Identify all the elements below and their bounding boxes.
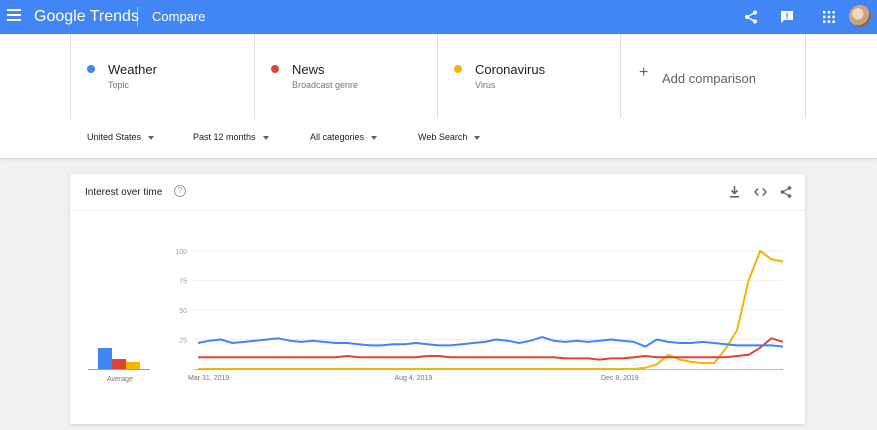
brand-google-text: Google bbox=[34, 8, 86, 25]
average-bar-weather bbox=[98, 348, 112, 369]
term-card-coronavirus[interactable]: Coronavirus Virus bbox=[437, 34, 621, 118]
term-type: Virus bbox=[475, 80, 496, 90]
widget-header: Interest over time ? bbox=[70, 174, 805, 211]
brand-trends-text: Trends bbox=[89, 8, 139, 25]
category-filter-label: All categories bbox=[310, 132, 365, 142]
dropdown-caret-icon bbox=[371, 135, 378, 140]
average-label: Average bbox=[107, 376, 133, 383]
dropdown-caret-icon bbox=[148, 135, 155, 140]
add-comparison-button[interactable]: + Add comparison bbox=[620, 34, 806, 118]
y-tick-label: 25 bbox=[179, 338, 187, 345]
page-title: Compare bbox=[152, 9, 206, 24]
y-tick-label: 75 bbox=[179, 279, 187, 286]
average-bar-news bbox=[112, 359, 126, 369]
search-type-filter[interactable]: Web Search bbox=[418, 132, 481, 142]
x-tick-label: Dec 8, 2019 bbox=[601, 375, 639, 382]
add-comparison-label: Add comparison bbox=[662, 71, 756, 86]
average-bar-coronavirus bbox=[126, 362, 140, 369]
share-icon[interactable] bbox=[740, 6, 762, 28]
interest-chart: Average 25 50 75 100 Mar 31, 2019 Aug 4, 2019 D… bbox=[88, 249, 784, 383]
series-color-dot bbox=[454, 65, 462, 73]
menu-icon[interactable] bbox=[7, 9, 21, 21]
x-tick-label: Aug 4, 2019 bbox=[394, 375, 432, 382]
filters-bar: United States Past 12 months All categor… bbox=[0, 118, 877, 159]
feedback-icon[interactable] bbox=[776, 6, 798, 28]
region-filter[interactable]: United States bbox=[87, 132, 155, 142]
dropdown-caret-icon bbox=[262, 135, 269, 140]
download-icon[interactable] bbox=[726, 184, 742, 200]
google-trends-logo[interactable]: Google Trends bbox=[34, 8, 139, 26]
term-card-weather[interactable]: Weather Topic bbox=[70, 34, 254, 118]
avatar[interactable] bbox=[849, 5, 871, 27]
time-range-filter-label: Past 12 months bbox=[193, 132, 256, 142]
x-tick-label: Mar 31, 2019 bbox=[188, 375, 229, 382]
term-card-news[interactable]: News Broadcast genre bbox=[254, 34, 438, 118]
top-app-bar: Google Trends Compare bbox=[0, 0, 877, 34]
share-icon[interactable] bbox=[778, 184, 794, 200]
comparison-terms-bar: Weather Topic News Broadcast genre Coron… bbox=[0, 34, 877, 119]
series-line-weather bbox=[197, 336, 784, 348]
term-name: News bbox=[292, 62, 325, 77]
series-color-dot bbox=[271, 65, 279, 73]
embed-code-icon[interactable] bbox=[752, 184, 768, 200]
search-type-filter-label: Web Search bbox=[418, 132, 468, 142]
term-name: Weather bbox=[108, 62, 157, 77]
y-tick-label: 50 bbox=[179, 308, 187, 315]
time-range-filter[interactable]: Past 12 months bbox=[193, 132, 269, 142]
dropdown-caret-icon bbox=[474, 135, 481, 140]
term-type: Topic bbox=[108, 80, 130, 90]
region-filter-label: United States bbox=[87, 132, 142, 142]
header-divider bbox=[137, 7, 138, 27]
term-type: Broadcast genre bbox=[292, 80, 359, 90]
chart-area: Average 25 50 75 100 Mar 31, 2019 Aug 4, 2019 D… bbox=[70, 210, 805, 424]
help-icon[interactable]: ? bbox=[174, 185, 186, 197]
series-color-dot bbox=[87, 65, 95, 73]
category-filter[interactable]: All categories bbox=[310, 132, 378, 142]
apps-grid-icon[interactable] bbox=[818, 6, 840, 28]
widget-title: Interest over time bbox=[85, 187, 163, 198]
plus-icon: + bbox=[639, 64, 649, 81]
interest-over-time-widget: Interest over time ? Average 25 50 75 100 Mar… bbox=[70, 174, 805, 424]
term-name: Coronavirus bbox=[475, 62, 546, 77]
y-tick-label: 100 bbox=[175, 249, 187, 256]
